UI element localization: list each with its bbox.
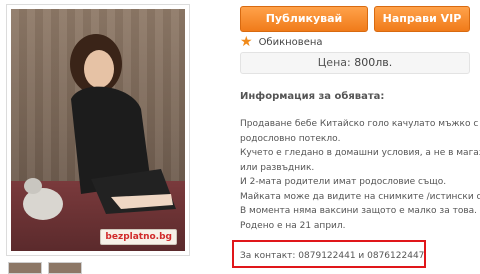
info-title: Информация за обявата:: [240, 91, 385, 102]
description-line: Продаване бебе Китайско голо качулато мъ…: [240, 119, 479, 129]
photo-watermark: bezplatno.bg: [100, 229, 177, 245]
star-icon: ★: [240, 34, 253, 50]
contact-info: За контакт: 0879122441 и 0876122447: [240, 251, 425, 261]
photo-figure: [23, 34, 176, 220]
description-line: Майката може да видите на снимките /исти…: [240, 191, 480, 202]
description-line: В момента няма ваксини защото е малко за…: [240, 206, 478, 216]
price-box: Цена: 800лв.: [240, 52, 470, 74]
description-line: или развъдник.: [240, 162, 315, 173]
photo-thumbnails: [8, 262, 82, 274]
price-label: Цена:: [317, 56, 351, 69]
photo-image: bezplatno.bg: [11, 9, 185, 251]
price-value: 800лв.: [354, 56, 393, 69]
description-line: И 2-мата родители имат родословие също.: [240, 177, 447, 187]
make-vip-button[interactable]: Направи VIP: [374, 6, 470, 32]
thumbnail[interactable]: [8, 262, 42, 274]
description-line: Родено е на 21 април.: [240, 220, 346, 231]
listing-photo[interactable]: bezplatno.bg: [6, 4, 190, 256]
listing-type-label: Обикновена: [258, 36, 323, 48]
description: Продаване бебе Китайско голо качулато мъ…: [240, 117, 480, 233]
description-line: родословно потекло.: [240, 133, 341, 144]
thumbnail[interactable]: [48, 262, 82, 274]
listing-type: ★ Обикновена: [240, 34, 323, 50]
description-line: Кучето е гледано в домашни условия, а не…: [240, 148, 480, 158]
publish-similar-button[interactable]: Публикувай подобна: [240, 6, 368, 49]
